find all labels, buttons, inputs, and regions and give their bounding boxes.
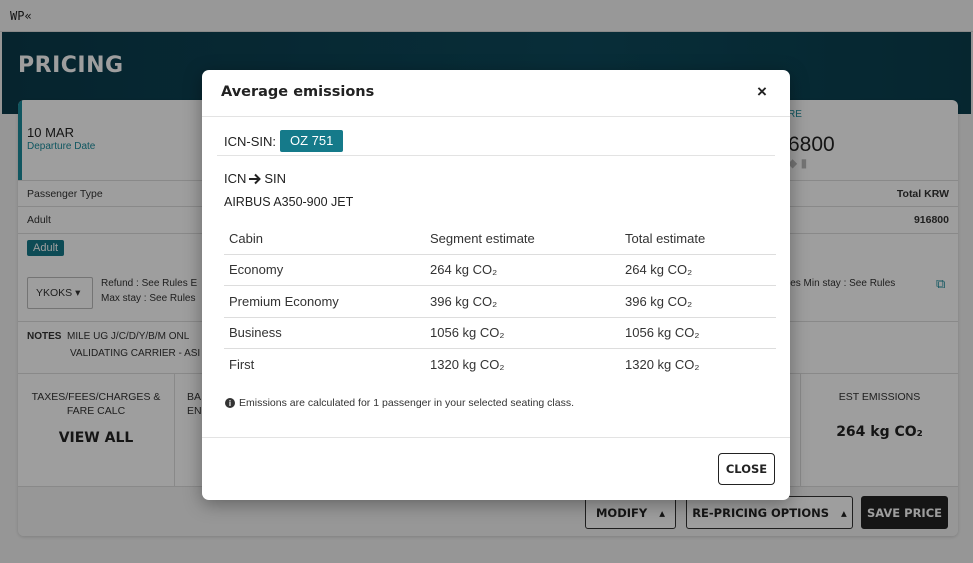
segment-cell: 396 kg CO₂ xyxy=(425,285,620,318)
info-icon: i xyxy=(225,398,235,408)
table-row: Premium Economy 396 kg CO₂ 396 kg CO₂ xyxy=(224,285,776,318)
info-text: Emissions are calculated for 1 passenger… xyxy=(239,397,575,409)
col-cabin: Cabin xyxy=(224,224,425,255)
modal-title: Average emissions xyxy=(221,84,375,100)
origin: ICN xyxy=(224,171,247,186)
flight-badge: OZ 751 xyxy=(280,130,344,152)
segment-cell: 1056 kg CO₂ xyxy=(425,317,620,349)
emissions-table: Cabin Segment estimate Total estimate Ec… xyxy=(224,224,776,380)
cabin-cell: Economy xyxy=(224,254,425,286)
modal-header: Average emissions × xyxy=(202,70,790,117)
info-note: i Emissions are calculated for 1 passeng… xyxy=(225,397,574,409)
route-row: ICN-SIN: OZ 751 xyxy=(217,130,775,156)
table-header-row: Cabin Segment estimate Total estimate xyxy=(224,224,776,255)
destination: SIN xyxy=(264,171,287,186)
route-label: ICN-SIN: xyxy=(224,134,276,149)
aircraft: AIRBUS A350-900 JET xyxy=(224,195,354,209)
total-cell: 396 kg CO₂ xyxy=(620,285,776,318)
segment-cell: 264 kg CO₂ xyxy=(425,254,620,286)
cabin-cell: Premium Economy xyxy=(224,285,425,318)
close-button[interactable]: CLOSE xyxy=(718,453,775,485)
total-cell: 264 kg CO₂ xyxy=(620,254,776,286)
segment-cell: 1320 kg CO₂ xyxy=(430,357,505,372)
table-row: First 1320 kg CO₂ 1320 kg CO₂ xyxy=(224,349,776,381)
table-row: Business 1056 kg CO₂ 1056 kg CO₂ xyxy=(224,317,776,349)
cabin-cell: Business xyxy=(224,317,425,349)
col-total: Total estimate xyxy=(620,224,776,255)
emissions-modal: Average emissions × ICN-SIN: OZ 751 ICN … xyxy=(202,70,790,500)
col-segment: Segment estimate xyxy=(425,224,620,255)
table-row: Economy 264 kg CO₂ 264 kg CO₂ xyxy=(224,254,776,286)
modal-footer-divider xyxy=(202,437,790,438)
arrow-right-icon xyxy=(249,173,262,184)
route-path: ICN SIN xyxy=(224,171,286,186)
cabin-cell: First xyxy=(229,357,255,372)
total-cell: 1320 kg CO₂ xyxy=(625,357,700,372)
total-cell: 1056 kg CO₂ xyxy=(620,317,776,349)
close-icon[interactable]: × xyxy=(757,82,767,102)
